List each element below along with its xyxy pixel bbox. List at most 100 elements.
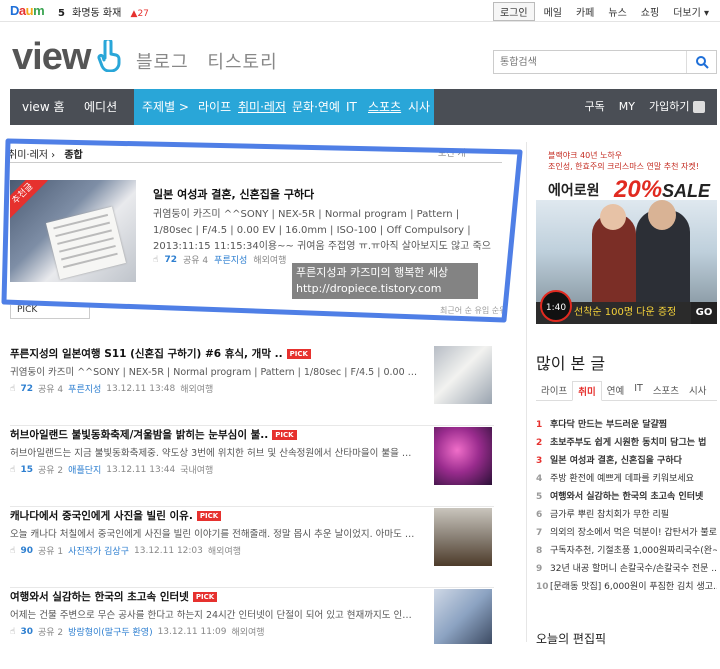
tab-entertainment[interactable]: 연예 — [602, 381, 629, 400]
nav-life[interactable]: 라이프 — [198, 89, 231, 125]
ad-model-2-head — [648, 200, 676, 230]
ad-go-button[interactable]: GO — [691, 302, 717, 324]
article-title-text: 허브아일랜드 불빛동화축제/겨울밤을 밝히는 눈부심이 불.. — [10, 429, 269, 441]
article-excerpt: 귀염둥이 카즈미 ^^SONY | NEX-5R | Normal progra… — [10, 367, 418, 378]
like-count: 30 — [20, 626, 34, 637]
main-navigation: view 홈 에디션 주제별 > 라이프 취미·레저 문화·연예 IT 스포츠 … — [10, 89, 717, 125]
featured-share[interactable]: 공유 4 — [183, 253, 208, 266]
article-title[interactable]: 캐나다에서 중국인에게 사진을 빌린 이유. PICK — [10, 508, 222, 523]
filter-select[interactable]: PICK — [10, 305, 90, 319]
popular-item[interactable]: 3 일본 여성과 결혼, 신혼집을 구하다 — [536, 452, 717, 470]
top-link-more[interactable]: 더보기 ▾ — [668, 2, 714, 21]
tab-hobby[interactable]: 취미 — [572, 381, 602, 401]
popular-item[interactable]: 5 여행와서 실감하는 한국의 초고속 인터넷 — [536, 488, 717, 506]
popular-item[interactable]: 7 의외의 장소에서 먹은 덕분이! 갑탄서가 불로~ — [536, 524, 717, 542]
blog-name[interactable]: 애플단지 — [68, 463, 101, 476]
trend-keyword[interactable]: 화명동 화재 — [72, 8, 121, 19]
tab-current-affairs[interactable]: 시사 — [684, 381, 711, 400]
featured-tag[interactable]: 해외여행 — [253, 253, 286, 266]
popular-item[interactable]: 4 주방 환전에 예쁘게 데파를 키워보세요 — [536, 470, 717, 488]
blog-name[interactable]: 방랑형이(말구두 환영) — [68, 625, 152, 638]
article-item[interactable]: 허브아일랜드 불빛동화축제/겨울밤을 밝히는 눈부심이 불.. PICK 허브아일… — [10, 427, 494, 507]
nav-view-home[interactable]: view 홈 — [22, 89, 65, 125]
article-excerpt: 허브아일랜드는 지금 불빛동화축제중. 약도상 3번에 위치한 허브 및 산속정… — [10, 448, 418, 459]
post-tag[interactable]: 해외여행 — [208, 544, 241, 557]
search-button[interactable] — [686, 51, 716, 73]
blog-name[interactable]: 사진작가 김상구 — [68, 544, 129, 557]
top-link-shopping[interactable]: 쇼핑 — [636, 2, 664, 21]
nav-my[interactable]: MY — [619, 89, 635, 125]
featured-title[interactable]: 일본 여성과 결혼, 신혼집을 구하다 — [153, 186, 314, 202]
rank-number: 2 — [536, 438, 543, 448]
login-button[interactable]: 로그인 — [492, 2, 535, 21]
realtime-trend[interactable]: 5 화명동 화재 ▲27 — [58, 4, 149, 19]
sort-hint[interactable]: 최근어 순 유입 순위 — [440, 305, 507, 316]
blog-name[interactable]: 푸른지성 — [68, 382, 101, 395]
trend-change: ▲27 — [130, 9, 149, 19]
share-count[interactable]: 공유 2 — [38, 463, 63, 476]
view-more[interactable]: 보선 개 — [438, 146, 466, 159]
article-title[interactable]: 여행와서 실감하는 한국의 초고속 인터넷 PICK — [10, 589, 218, 604]
nav-culture[interactable]: 문화·연예 — [292, 89, 340, 125]
nav-user-menu: 구독 MY 가입하기 — [585, 89, 705, 125]
nav-it[interactable]: IT — [346, 89, 357, 125]
share-count[interactable]: 공유 2 — [38, 625, 63, 638]
tab-life[interactable]: 라이프 — [536, 381, 572, 400]
nav-theme[interactable]: 주제별 > — [142, 89, 189, 125]
ad-sale-percent: 20% — [614, 176, 663, 203]
share-count[interactable]: 공유 4 — [38, 382, 63, 395]
featured-excerpt[interactable]: 귀염둥이 카즈미 ^^SONY | NEX-5R | Normal progra… — [153, 207, 493, 255]
like-count: 90 — [20, 545, 34, 556]
post-tag[interactable]: 해외여행 — [180, 382, 213, 395]
popular-item-title: 금가루 뿌린 참치회가 무한 리필 — [550, 510, 670, 520]
article-meta: ☝ 15 공유 2 애플단지 13.12.11 13:44 국내여행 — [10, 463, 213, 477]
popular-item[interactable]: 2 초보주부도 쉽게 시원한 동치미 담그는 법 — [536, 434, 717, 452]
nav-sports[interactable]: 스포츠 — [368, 89, 401, 125]
article-thumbnail[interactable] — [434, 346, 492, 404]
popular-item-title: [문래동 맛집] 6,000원이 푸짐한 김치 생고... — [550, 582, 717, 592]
popular-item[interactable]: 6 금가루 뿌린 참치회가 무한 리필 — [536, 506, 717, 524]
article-thumbnail[interactable] — [434, 508, 492, 566]
search-input[interactable] — [494, 51, 682, 73]
category-bar: 주제별 > 라이프 취미·레저 문화·연예 IT 스포츠 시사 — [134, 89, 434, 125]
popular-item[interactable]: 8 구독자추천, 기절초풍 1,000원짜리국수(완~ — [536, 542, 717, 560]
nav-join[interactable]: 가입하기 — [649, 89, 705, 125]
featured-thumbnail[interactable]: 추천글 — [10, 180, 136, 282]
featured-meta: ☝ 72 공유 4 푸른지성 해외여행 — [153, 253, 286, 267]
article-title[interactable]: 푸른지성의 일본여행 S11 (신혼집 구하기) #6 휴식, 개막 .. PIC… — [10, 346, 311, 361]
top-link-cafe[interactable]: 카페 — [571, 2, 599, 21]
article-item[interactable]: 푸른지성의 일본여행 S11 (신혼집 구하기) #6 휴식, 개막 .. PIC… — [10, 346, 494, 426]
advertisement-banner[interactable]: 블랙야크 40년 노하우 조인성, 한효주의 크리스마스 연말 추천 자켓! 에… — [536, 142, 717, 324]
post-tag[interactable]: 국내여행 — [180, 463, 213, 476]
view-logo[interactable]: view — [12, 36, 91, 79]
article-item[interactable]: 캐나다에서 중국인에게 사진을 빌린 이유. PICK 오늘 캐나다 처칠에서 중… — [10, 508, 494, 588]
popular-item[interactable]: 10[문래동 맛집] 6,000원이 푸짐한 김치 생고... — [536, 578, 717, 596]
tistory-link[interactable]: 티스토리 — [207, 52, 277, 73]
logo-letter-m: m — [33, 3, 45, 18]
nav-current-affairs[interactable]: 시사 — [408, 89, 430, 125]
article-thumbnail[interactable] — [434, 589, 492, 644]
tab-it[interactable]: IT — [629, 381, 648, 400]
post-date: 13.12.11 13:44 — [106, 464, 176, 475]
article-thumbnail[interactable] — [434, 427, 492, 485]
top-link-news[interactable]: 뉴스 — [603, 2, 631, 21]
blog-link[interactable]: 블로그 — [136, 52, 189, 73]
thumbnail-paper-shape — [45, 206, 127, 280]
popular-item[interactable]: 1 후다닥 만드는 부드러운 달걀찜 — [536, 416, 717, 434]
popular-item[interactable]: 9 32년 내공 할머니 손칼국수/손칼국수 전문 ... — [536, 560, 717, 578]
daum-logo[interactable]: Daum — [10, 3, 45, 18]
post-tag[interactable]: 해외여행 — [231, 625, 264, 638]
breadcrumb-category[interactable]: 취미·레저 — [8, 150, 48, 161]
tab-sports[interactable]: 스포츠 — [648, 381, 684, 400]
article-meta: ☝ 90 공유 1 사진작가 김상구 13.12.11 12:03 해외여행 — [10, 544, 241, 558]
article-item[interactable]: 여행와서 실감하는 한국의 초고속 인터넷 PICK 어제는 건물 주변으로 무슨… — [10, 589, 494, 669]
rank-number: 10 — [536, 582, 549, 592]
article-title[interactable]: 허브아일랜드 불빛동화축제/겨울밤을 밝히는 눈부심이 불.. PICK — [10, 427, 297, 442]
nav-subscribe[interactable]: 구독 — [585, 89, 605, 125]
nav-hobby[interactable]: 취미·레저 — [238, 89, 286, 125]
featured-blog-name[interactable]: 푸른지성 — [214, 253, 247, 266]
top-link-mail[interactable]: 메일 — [539, 2, 567, 21]
popular-item-title: 주방 환전에 예쁘게 데파를 키워보세요 — [550, 474, 694, 484]
share-count[interactable]: 공유 1 — [38, 544, 63, 557]
nav-edition[interactable]: 에디션 — [84, 89, 117, 125]
